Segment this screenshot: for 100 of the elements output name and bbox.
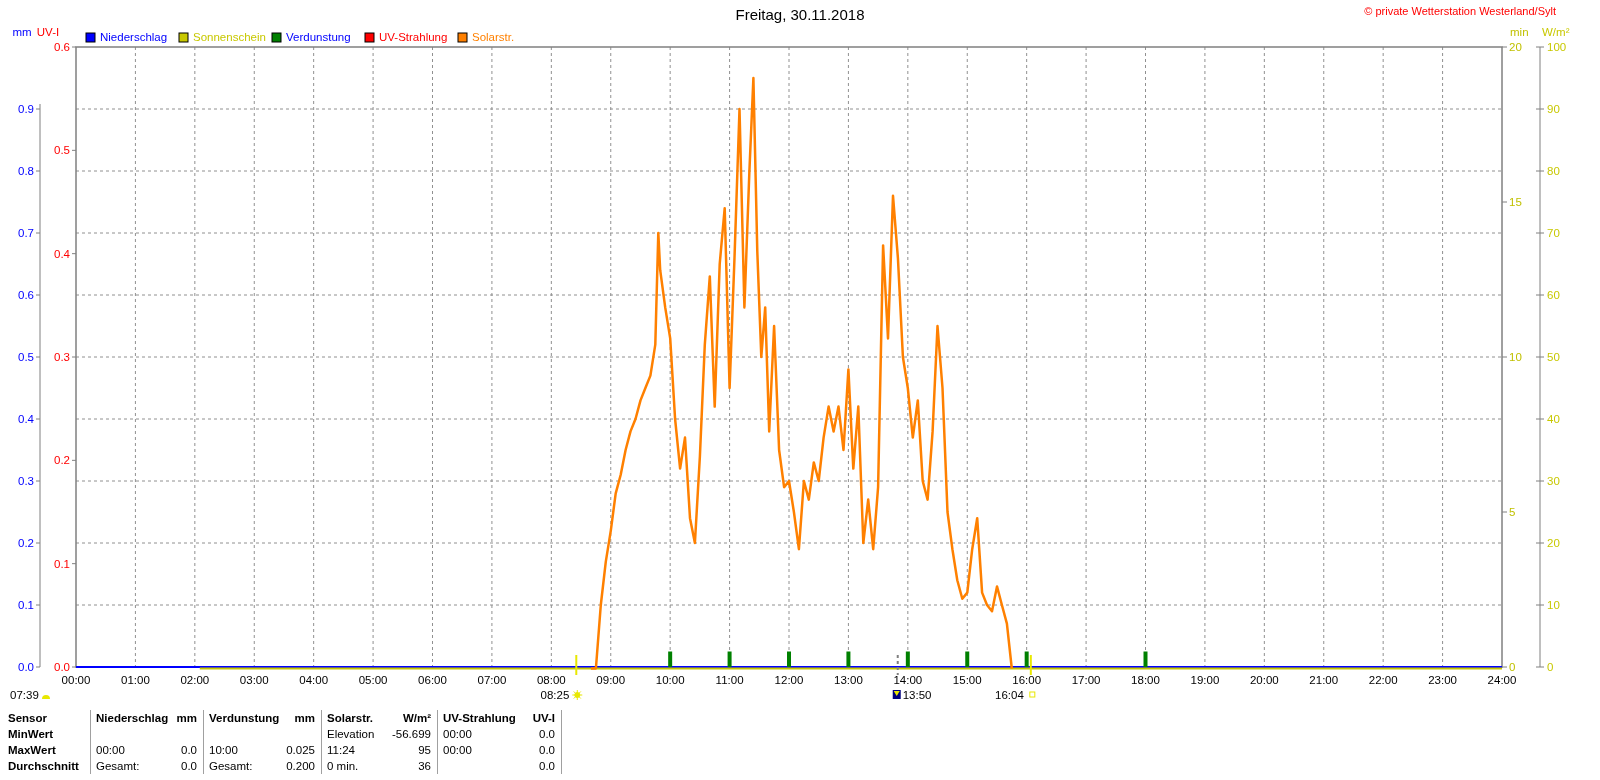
table-cell-text: Elevation — [327, 727, 375, 742]
axis-label: 17:00 — [1071, 674, 1101, 686]
axis-label: 05:00 — [358, 674, 388, 686]
axis-label: 0.4 — [54, 247, 70, 260]
legend-label: Niederschlag — [100, 31, 168, 43]
axis-label: 0 — [1509, 661, 1516, 673]
row-header: MaxWert — [8, 743, 57, 758]
axis-label: 01:00 — [121, 674, 150, 686]
evaporation-bar — [1024, 651, 1029, 667]
axis-label: 0.2 — [18, 537, 34, 549]
table-cell-text: 00:00 — [443, 743, 472, 758]
axis-label: 23:00 — [1428, 674, 1457, 686]
axis-label: 06:00 — [418, 674, 447, 686]
marker-time: 13:50 — [902, 689, 932, 701]
axis-label: 12:00 — [774, 674, 804, 686]
table-cell-text: 00:00 — [443, 727, 472, 742]
column-header: Niederschlag — [96, 711, 169, 726]
table-cell-text: 0.0 — [181, 743, 197, 758]
axis-label: 20:00 — [1249, 674, 1279, 686]
axis-label: 0.5 — [18, 351, 34, 363]
table-cell-text: 0 min. — [327, 759, 359, 774]
table-cell-text: 0.0 — [539, 759, 555, 774]
axis-label: 5 — [1509, 506, 1516, 518]
axis-label: 10 — [1547, 599, 1560, 611]
axis-label: 22:00 — [1368, 674, 1398, 686]
axis-label: 0.2 — [54, 454, 70, 467]
axis-label: 15:00 — [952, 674, 982, 686]
evaporation-bar — [1143, 651, 1148, 667]
axis-label: 0.0 — [18, 661, 34, 673]
legend-label: UV-Strahlung — [379, 31, 448, 43]
axis-label: 08:00 — [536, 674, 566, 686]
axis-label: 90 — [1547, 103, 1560, 115]
axis-label: 0 — [1547, 661, 1554, 673]
axis-label: 0.6 — [18, 289, 34, 301]
copyright-text: © private Wetterstation Westerland/Sylt — [1364, 5, 1556, 17]
unit-label: mm — [176, 711, 197, 726]
axis-label: 09:00 — [596, 674, 626, 686]
row-header: MinWert — [8, 727, 55, 742]
sunset-icon — [1029, 691, 1036, 698]
table-cell-text: 10:00 — [209, 743, 238, 758]
axis-label: 60 — [1547, 289, 1560, 301]
table-cell-text: 00:00 — [96, 743, 125, 758]
axis-label: 50 — [1547, 351, 1560, 363]
axis-label: 13:00 — [834, 674, 863, 686]
axis-label: 02:00 — [180, 674, 210, 686]
table-cell-text: Gesamt: — [96, 759, 140, 774]
axis-label: 40 — [1547, 413, 1560, 425]
unit-label: W/m² — [402, 711, 431, 726]
evaporation-bar — [668, 651, 673, 667]
legend-label: Sonnenschein — [193, 31, 266, 43]
axis-label: 100 — [1547, 41, 1567, 53]
chart-title: Freitag, 30.11.2018 — [735, 6, 865, 23]
evaporation-bar — [905, 651, 910, 667]
table-cell-text: 36 — [418, 759, 431, 774]
column-header: UV-Strahlung — [443, 711, 516, 726]
axis-label: 19:00 — [1190, 674, 1220, 686]
table-cell-text: -56.699 — [392, 727, 431, 742]
axis-label: 15 — [1509, 196, 1522, 208]
axis-label: 0.3 — [18, 475, 34, 487]
axis-title: UV-I — [36, 26, 60, 38]
evaporation-bar — [846, 651, 851, 667]
table-cell-text: 11:24 — [327, 743, 355, 758]
axis-label: 0.9 — [18, 103, 34, 115]
axis-label: 0.5 — [54, 144, 70, 157]
unit-label: UV-I — [532, 711, 555, 726]
axis-label: 14:00 — [893, 674, 923, 686]
axis-label: 0.4 — [18, 413, 34, 425]
axis-label: 20 — [1547, 537, 1560, 549]
table-cell-text: 0.0 — [539, 743, 555, 758]
table-cell-text: 0.200 — [286, 759, 315, 774]
axis-label: 20 — [1509, 41, 1522, 53]
sunrise-icon — [42, 695, 50, 699]
evaporation-bar — [787, 651, 791, 667]
legend-label: Verdunstung — [286, 31, 351, 43]
sunset-time: 16:04 — [995, 689, 1024, 701]
axis-label: 0.1 — [18, 599, 34, 611]
axis-label: 18:00 — [1131, 674, 1160, 686]
axis-label: 11:00 — [715, 674, 744, 686]
axis-label: 10:00 — [655, 674, 685, 686]
time-marker — [896, 654, 899, 676]
axis-title: W/m² — [1542, 26, 1570, 38]
axis-label: 80 — [1547, 165, 1560, 177]
axis-label: 10 — [1509, 351, 1522, 363]
axis-label: 24:00 — [1487, 674, 1517, 686]
time-marker — [1029, 654, 1032, 676]
axis-label: 30 — [1547, 475, 1560, 487]
axis-label: 03:00 — [239, 674, 269, 686]
table-cell-text: 0.0 — [181, 759, 197, 774]
table-cell-text: Gesamt: — [209, 759, 253, 774]
column-header: Verdunstung — [209, 711, 280, 726]
axis-label: 0.8 — [18, 165, 34, 177]
axis-label: 04:00 — [299, 674, 329, 686]
evaporation-bar — [727, 651, 732, 667]
axis-label: 16:00 — [1012, 674, 1042, 686]
axis-label: 21:00 — [1309, 674, 1339, 686]
axis-label: 0.1 — [54, 557, 70, 570]
row-header: Durchschnitt — [8, 759, 80, 774]
axis-label: 00:00 — [61, 674, 91, 686]
evaporation-bar — [965, 651, 970, 667]
axis-label: 0.7 — [18, 227, 34, 239]
